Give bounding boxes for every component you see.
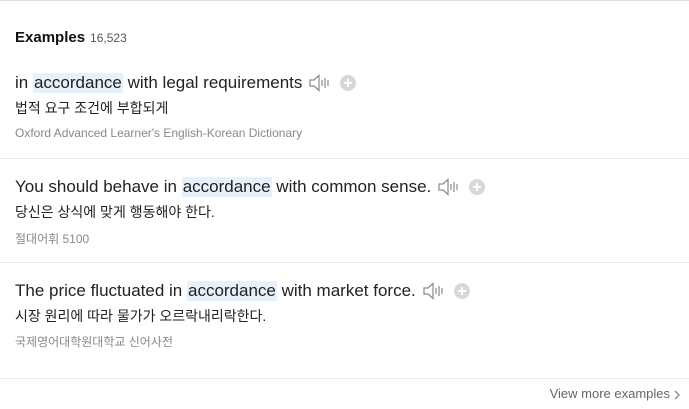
sentence-suffix: with legal requirements xyxy=(122,73,303,92)
add-to-wordbook-icon[interactable] xyxy=(453,283,470,299)
sentence-prefix: in xyxy=(15,73,33,92)
example-sentence: The price fluctuated in accordance with … xyxy=(15,279,470,303)
example-sentence: You should behave in accordance with com… xyxy=(15,175,486,199)
examples-count: 16,523 xyxy=(90,31,127,45)
examples-header: Examples 16,523 xyxy=(15,29,127,49)
sentence-prefix: The price fluctuated in xyxy=(15,281,187,300)
view-more-label: View more examples xyxy=(549,385,670,401)
top-divider xyxy=(0,0,689,1)
speaker-icon[interactable] xyxy=(308,73,332,93)
chevron-right-icon xyxy=(673,388,681,400)
example-translation: 법적 요구 조건에 부합되게 xyxy=(15,100,169,116)
examples-title: Examples xyxy=(15,29,86,46)
highlighted-term: accordance xyxy=(32,73,123,93)
view-more-examples-link[interactable]: View more examples xyxy=(550,383,681,403)
sentence-prefix: You should behave in xyxy=(15,177,182,196)
sentence-suffix: with common sense. xyxy=(271,177,432,196)
speaker-icon[interactable] xyxy=(422,281,446,301)
footer-divider xyxy=(0,378,689,379)
add-to-wordbook-icon[interactable] xyxy=(469,179,486,195)
sentence-suffix: with market force. xyxy=(276,281,416,300)
example-translation: 시장 원리에 따라 물가가 오르락내리락한다. xyxy=(15,308,267,324)
highlighted-term: accordance xyxy=(181,177,272,197)
example-source[interactable]: 절대어휘 5100 xyxy=(15,230,89,246)
speaker-icon[interactable] xyxy=(437,177,461,197)
example-sentence: in accordance with legal requirements xyxy=(15,71,357,95)
example-divider xyxy=(0,158,689,159)
example-divider xyxy=(0,262,689,263)
example-source[interactable]: 국제영어대학원대학교 신어사전 xyxy=(15,333,173,349)
example-translation: 당신은 상식에 맞게 행동해야 한다. xyxy=(15,204,215,220)
add-to-wordbook-icon[interactable] xyxy=(340,75,357,91)
highlighted-term: accordance xyxy=(186,281,277,301)
example-source[interactable]: Oxford Advanced Learner's English-Korean… xyxy=(15,125,302,141)
